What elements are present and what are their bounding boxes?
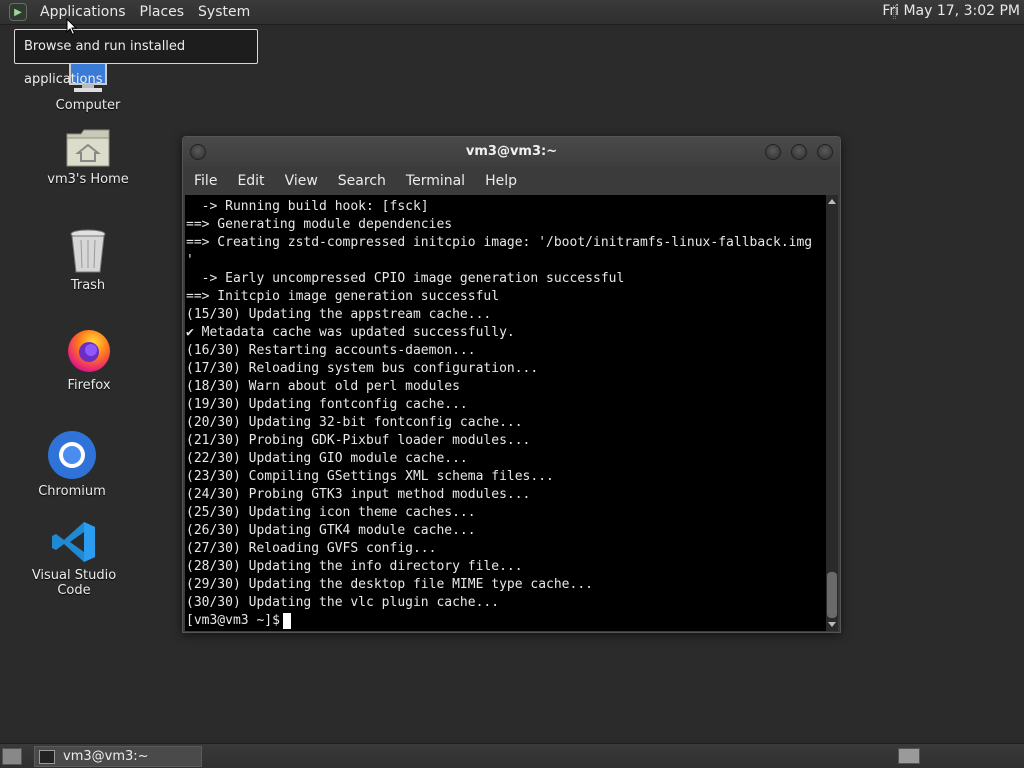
terminal-line: ' <box>186 253 194 268</box>
window-titlebar[interactable]: vm3@vm3:~ <box>183 137 840 167</box>
window-title: vm3@vm3:~ <box>465 144 558 159</box>
trash-icon <box>70 229 106 273</box>
menu-view[interactable]: View <box>275 173 328 189</box>
mouse-pointer-icon <box>66 18 78 36</box>
desktop-icon-chromium[interactable]: Chromium <box>12 430 132 499</box>
applications-logo-icon[interactable]: ▶ <box>9 3 27 21</box>
terminal-line: (16/30) Restarting accounts-daemon... <box>186 343 476 358</box>
scroll-up-arrow-icon[interactable] <box>828 199 836 204</box>
terminal-menubar: File Edit View Search Terminal Help <box>183 167 840 195</box>
terminal-line: (23/30) Compiling GSettings XML schema f… <box>186 469 554 484</box>
desktop-icon-label: Visual Studio Code <box>31 568 117 598</box>
window-menu-button[interactable] <box>190 144 206 160</box>
terminal-line: ==> Creating zstd-compressed initcpio im… <box>186 235 813 250</box>
menu-file[interactable]: File <box>183 173 227 189</box>
terminal-line: (24/30) Probing GTK3 input method module… <box>186 487 531 502</box>
prompt-line[interactable]: [vm3@vm3 ~]$ <box>186 612 827 630</box>
show-desktop-icon[interactable] <box>2 748 22 765</box>
menu-search[interactable]: Search <box>328 173 396 189</box>
terminal-scrollbar[interactable] <box>826 195 838 631</box>
desktop-icon-label: Trash <box>70 278 106 293</box>
menu-edit[interactable]: Edit <box>227 173 274 189</box>
terminal-line: (25/30) Updating icon theme caches... <box>186 505 476 520</box>
scroll-thumb[interactable] <box>827 572 837 618</box>
terminal-window[interactable]: vm3@vm3:~ File Edit View Search Terminal… <box>182 136 841 633</box>
maximize-button[interactable] <box>791 144 807 160</box>
terminal-line: (19/30) Updating fontconfig cache... <box>186 397 468 412</box>
top-panel: ▶ Applications Places System Fri May 17,… <box>0 0 1024 25</box>
home-folder-icon <box>66 129 110 167</box>
taskbar-item-label: vm3@vm3:~ <box>63 749 149 764</box>
chromium-icon <box>48 431 96 479</box>
workspace-switcher[interactable] <box>898 748 920 764</box>
terminal-line: -> Early uncompressed CPIO image generat… <box>186 271 625 286</box>
close-button[interactable] <box>817 144 833 160</box>
terminal-line: (17/30) Reloading system bus configurati… <box>186 361 539 376</box>
terminal-icon <box>39 749 55 764</box>
terminal-line: ==> Initcpio image generation successful <box>186 289 500 304</box>
desktop-icon-label: Chromium <box>38 484 106 499</box>
taskbar-item-terminal[interactable]: vm3@vm3:~ <box>34 746 202 767</box>
desktop-icon-label: Computer <box>55 98 121 113</box>
scroll-down-arrow-icon[interactable] <box>828 622 836 627</box>
menu-applications[interactable]: Applications <box>33 4 133 20</box>
clock[interactable]: Fri May 17, 3:02 PM <box>882 3 1020 19</box>
terminal-line: (26/30) Updating GTK4 module cache... <box>186 523 476 538</box>
bottom-panel: vm3@vm3:~ <box>0 743 1024 768</box>
text-cursor <box>282 613 291 629</box>
desktop-icon-label: Firefox <box>67 378 111 393</box>
menu-places[interactable]: Places <box>133 4 192 20</box>
desktop-icon-label: vm3's Home <box>47 172 129 187</box>
desktop-icon-trash[interactable]: Trash <box>28 228 148 293</box>
terminal-line: (28/30) Updating the info directory file… <box>186 559 523 574</box>
terminal-output[interactable]: -> Running build hook: [fsck] ==> Genera… <box>185 195 827 631</box>
desktop-icon-vscode[interactable]: Visual Studio Code <box>14 520 134 598</box>
terminal-line: (22/30) Updating GIO module cache... <box>186 451 468 466</box>
desktop-icon-home[interactable]: vm3's Home <box>28 128 148 187</box>
terminal-line: (20/30) Updating 32-bit fontconfig cache… <box>186 415 523 430</box>
firefox-icon <box>68 330 110 372</box>
terminal-line: (30/30) Updating the vlc plugin cache... <box>186 595 500 610</box>
minimize-button[interactable] <box>765 144 781 160</box>
terminal-line: (21/30) Probing GDK-Pixbuf loader module… <box>186 433 531 448</box>
terminal-line: (29/30) Updating the desktop file MIME t… <box>186 577 593 592</box>
terminal-line: (27/30) Reloading GVFS config... <box>186 541 437 556</box>
terminal-line: ==> Generating module dependencies <box>186 217 453 232</box>
vscode-icon <box>52 522 95 562</box>
terminal-line: (15/30) Updating the appstream cache... <box>186 307 492 322</box>
menu-terminal[interactable]: Terminal <box>396 173 475 189</box>
menu-help[interactable]: Help <box>475 173 527 189</box>
terminal-line: ✔ Metadata cache was updated successfull… <box>186 325 515 340</box>
applications-tooltip: Browse and run installed applications <box>14 29 258 87</box>
menu-system[interactable]: System <box>191 4 257 20</box>
terminal-line: -> Running build hook: [fsck] <box>186 199 429 214</box>
terminal-line: (18/30) Warn about old perl modules <box>186 379 460 394</box>
shell-prompt: [vm3@vm3 ~]$ <box>186 613 280 628</box>
desktop-icon-firefox[interactable]: Firefox <box>29 326 149 393</box>
